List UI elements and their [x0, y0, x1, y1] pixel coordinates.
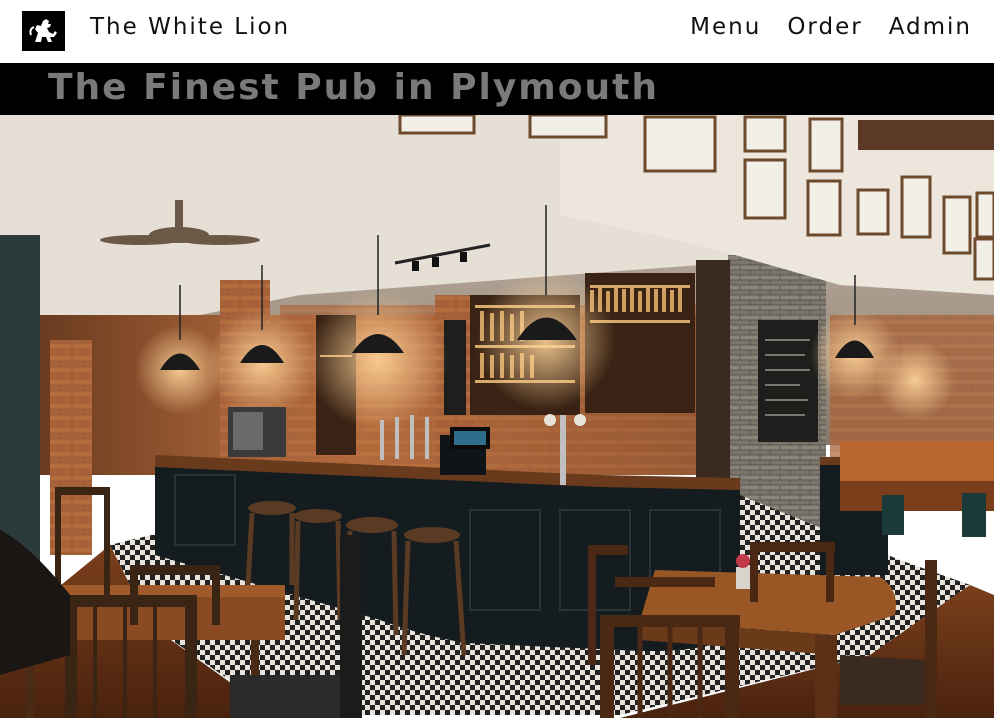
banner-title: The Finest Pub in Plymouth [48, 67, 660, 108]
nav-order-link[interactable]: Order [787, 14, 862, 40]
nav-menu-link[interactable]: Menu [690, 14, 761, 40]
hero-banner: The Finest Pub in Plymouth [0, 63, 994, 115]
hero-image [0, 115, 994, 718]
top-navbar: The White Lion Menu Order Admin [0, 0, 994, 63]
lion-rampant-icon [28, 19, 57, 42]
main-nav: Menu Order Admin [690, 14, 972, 40]
nav-admin-link[interactable]: Admin [889, 14, 972, 40]
lion-logo-icon[interactable] [22, 11, 65, 51]
pub-interior-photo [0, 115, 994, 718]
brand-name[interactable]: The White Lion [90, 14, 290, 40]
